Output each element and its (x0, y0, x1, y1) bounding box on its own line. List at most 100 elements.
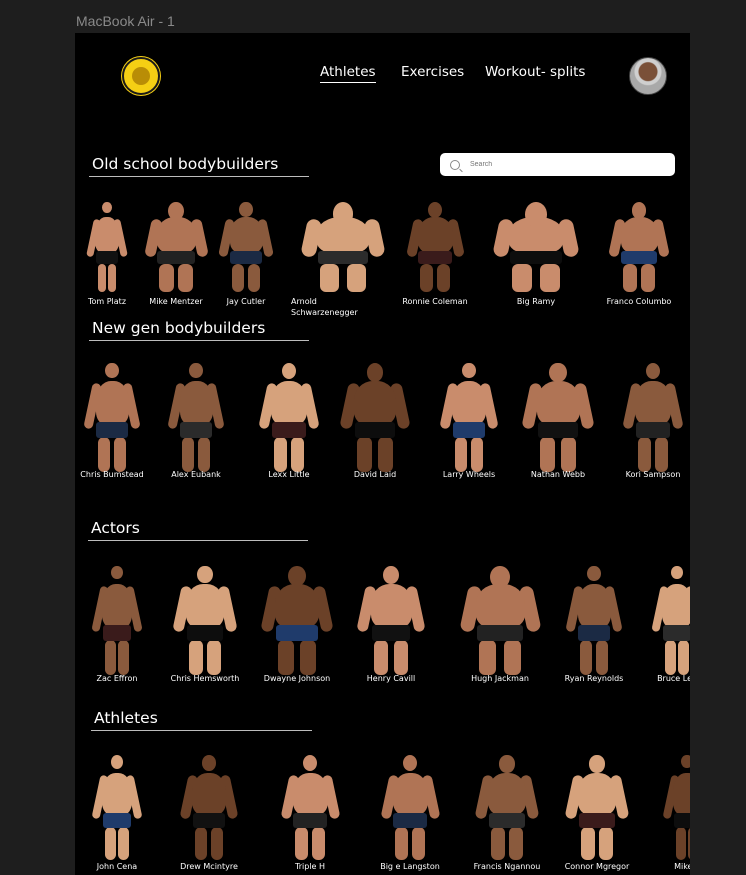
athlete-card[interactable]: Mike T (659, 751, 690, 875)
athlete-card[interactable]: David Laid (333, 358, 417, 497)
athlete-name: Big e Langston (380, 862, 440, 871)
head-shape (197, 565, 213, 584)
nav-exercises[interactable]: Exercises (401, 64, 464, 80)
leg-shape (688, 826, 690, 860)
athlete-photo (87, 561, 147, 676)
golds-gym-logo[interactable] (122, 57, 160, 95)
athlete-card[interactable]: Connor Mgregor (559, 751, 635, 875)
leg-shape (420, 263, 433, 293)
athlete-photo (451, 561, 549, 676)
leg-shape (207, 640, 222, 675)
leg-shape (159, 263, 174, 293)
athlete-card[interactable]: Ryan Reynolds (561, 561, 627, 700)
torso-shape (271, 381, 307, 425)
leg-shape (377, 437, 393, 472)
head-shape (525, 201, 547, 227)
athlete-card[interactable]: Big e Langston (375, 751, 445, 875)
shorts-shape (355, 422, 395, 439)
head-shape (645, 362, 661, 380)
leg-shape (393, 640, 409, 675)
search-input[interactable] (468, 160, 662, 169)
user-avatar[interactable] (629, 57, 667, 95)
leg-shape (300, 640, 316, 675)
athlete-photo (291, 198, 395, 293)
athlete-name: Big Ramy (516, 297, 556, 306)
head-shape (303, 755, 317, 772)
athlete-photo (435, 358, 503, 473)
leg-shape (539, 437, 556, 472)
shorts-shape (276, 625, 318, 642)
shorts-shape (230, 251, 262, 265)
athlete-photo (602, 198, 676, 293)
torso-shape (417, 217, 453, 254)
athlete-photo (515, 358, 601, 473)
athlete-card[interactable]: Zac Effron (87, 561, 147, 700)
torso-shape (620, 217, 658, 254)
athlete-card[interactable]: Franco Columbo (602, 198, 676, 317)
leg-shape (470, 437, 484, 472)
athlete-card[interactable]: Mike Mentzer (137, 198, 215, 317)
athlete-photo (469, 751, 545, 861)
athlete-card[interactable]: Triple H (275, 751, 345, 875)
athlete-card[interactable]: Drew Mcintyre (175, 751, 243, 875)
torso-shape (452, 381, 486, 425)
leg-shape (247, 263, 260, 293)
athlete-card[interactable]: John Cena (87, 751, 147, 875)
athlete-name: John Cena (96, 862, 138, 871)
athlete-card[interactable]: Francis Ngannou (469, 751, 545, 875)
search-bar[interactable] (440, 153, 675, 176)
head-shape (403, 755, 417, 772)
athlete-name: Triple H (294, 862, 325, 871)
leg-shape (664, 640, 676, 675)
shorts-shape (102, 625, 132, 642)
athlete-photo (559, 751, 635, 861)
torso-shape (635, 381, 671, 425)
torso-shape (275, 584, 319, 628)
athlete-card[interactable]: Big Ramy (482, 198, 590, 317)
athlete-name: Bruce Lee (657, 674, 690, 683)
head-shape (462, 362, 476, 379)
athlete-name: Hugh Jackman (471, 674, 529, 683)
athlete-card[interactable]: Alex Eubank (163, 358, 229, 497)
leg-shape (478, 640, 497, 675)
athlete-card[interactable]: Hugh Jackman (451, 561, 549, 700)
shorts-shape (192, 812, 226, 828)
leg-shape (104, 640, 116, 675)
head-shape (428, 201, 442, 218)
athlete-card[interactable]: Lexx Little (253, 358, 325, 497)
shorts-shape (578, 625, 610, 642)
athlete-card[interactable]: Bruce Lee (647, 561, 690, 700)
shorts-shape (271, 422, 307, 439)
athlete-card[interactable]: Nathan Webb (515, 358, 601, 497)
frame-label: MacBook Air - 1 (76, 13, 175, 29)
head-shape (589, 755, 605, 773)
athlete-card[interactable]: Arnold Schwarzenegger (291, 198, 395, 317)
athlete-name: Kori Sampson (625, 470, 681, 479)
page-frame: Athletes Exercises Workout- splits Old s… (75, 33, 690, 875)
leg-shape (312, 826, 325, 860)
athlete-card[interactable]: Larry Wheels (435, 358, 503, 497)
shorts-shape (510, 251, 562, 265)
shorts-shape (673, 812, 690, 828)
torso-shape (102, 773, 132, 815)
nav-athletes[interactable]: Athletes (320, 64, 376, 83)
athlete-photo (333, 358, 417, 473)
shorts-shape (476, 625, 524, 642)
athlete-card[interactable]: Jay Cutler (213, 198, 279, 317)
nav-workout-splits[interactable]: Workout- splits (485, 64, 585, 80)
athlete-card[interactable]: Tom Platz (83, 198, 131, 317)
athlete-card[interactable]: Chris Bumstead (79, 358, 145, 497)
head-shape (681, 755, 690, 769)
athlete-card[interactable]: Ronnie Coleman (400, 198, 470, 317)
section-title-actors: Actors (88, 519, 308, 541)
athlete-card[interactable]: Kori Sampson (617, 358, 689, 497)
athlete-card[interactable]: Dwayne Johnson (253, 561, 341, 700)
athlete-photo (79, 358, 145, 473)
athlete-card[interactable]: Chris Hemsworth (167, 561, 243, 700)
leg-shape (509, 826, 524, 860)
athlete-card[interactable]: Henry Cavill (350, 561, 432, 700)
shorts-shape (157, 251, 195, 265)
shorts-shape (662, 625, 690, 642)
leg-shape (346, 263, 366, 293)
torso-shape (192, 773, 226, 815)
